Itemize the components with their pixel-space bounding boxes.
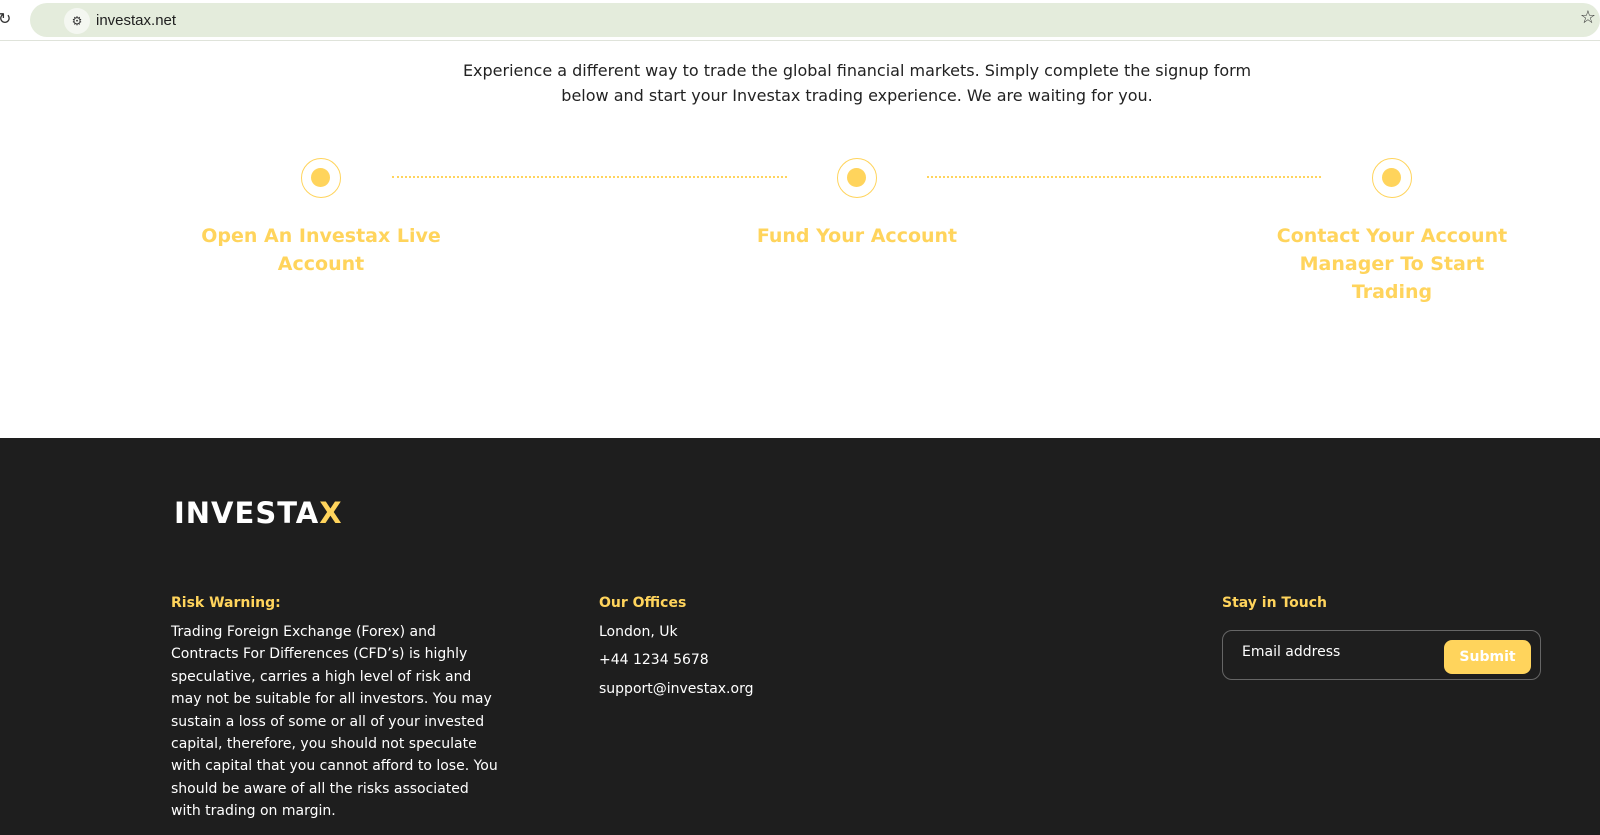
footer: INVESTAX Risk Warning: Trading Foreign E… [0, 438, 1600, 835]
email-input[interactable] [1242, 644, 1432, 660]
office-location: London, Uk [599, 624, 678, 640]
step-3-marker [1372, 158, 1412, 198]
address-bar[interactable]: ⚙ investax.net [30, 3, 1600, 37]
browser-toolbar: ↻ ⚙ investax.net ☆ [0, 0, 1600, 41]
url-text[interactable]: investax.net [96, 12, 176, 29]
investax-logo[interactable]: INVESTAX [174, 496, 343, 530]
office-phone[interactable]: +44 1234 5678 [599, 652, 709, 668]
site-settings-icon[interactable]: ⚙ [64, 8, 90, 34]
risk-warning-text: Trading Foreign Exchange (Forex) and Con… [171, 624, 498, 820]
newsletter-form: Submit [1222, 630, 1541, 680]
reload-icon[interactable]: ↻ [0, 9, 11, 28]
stay-in-touch-heading: Stay in Touch [1222, 595, 1327, 611]
step-2-title: Fund Your Account [756, 225, 958, 247]
offices-heading: Our Offices [599, 595, 687, 611]
step-2-marker [837, 158, 877, 198]
bookmark-star-icon[interactable]: ☆ [1580, 7, 1596, 28]
intro-text: Experience a different way to trade the … [462, 61, 1252, 105]
step-1-marker [301, 158, 341, 198]
office-email[interactable]: support@investax.org [599, 681, 753, 697]
step-connector [927, 176, 1321, 178]
step-1-title: Open An Investax Live Account [201, 225, 441, 275]
submit-button[interactable]: Submit [1444, 640, 1531, 674]
step-connector [392, 176, 787, 178]
risk-warning-heading: Risk Warning: [171, 595, 281, 611]
step-3-title: Contact Your Account Manager To Start Tr… [1276, 225, 1508, 303]
